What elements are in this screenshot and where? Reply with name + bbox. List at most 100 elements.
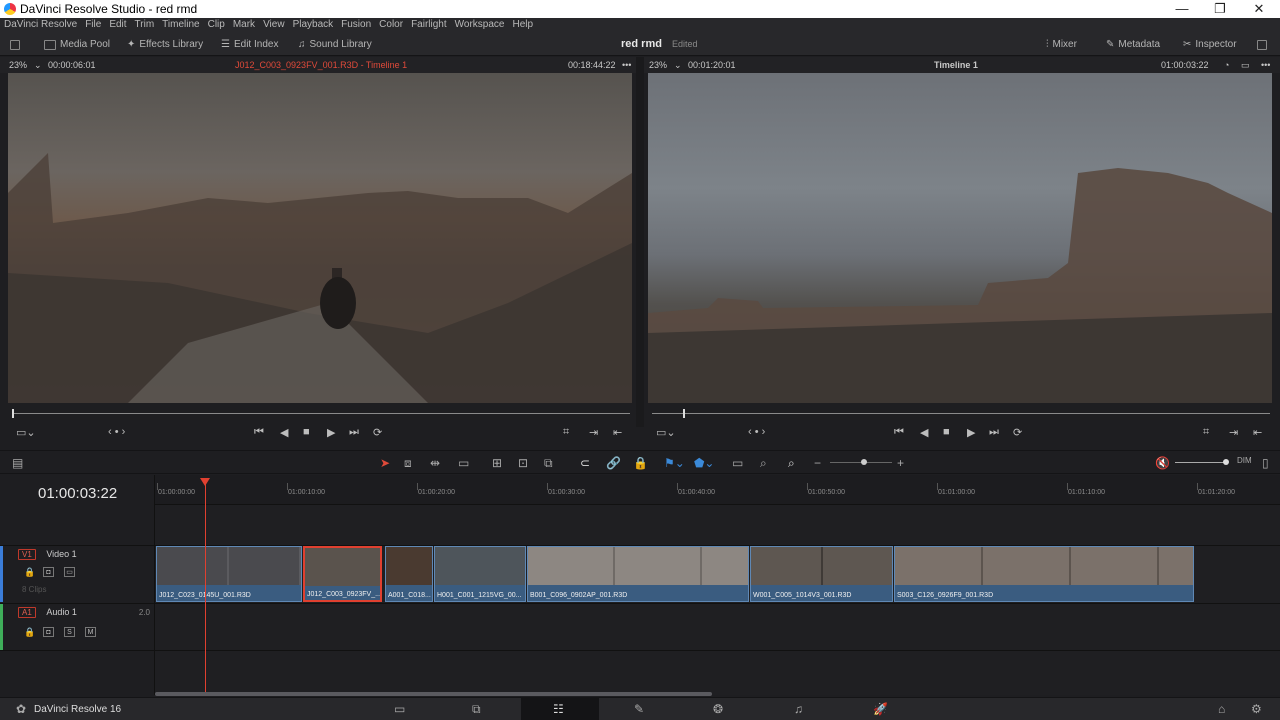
timeline-viewer-playhead[interactable] <box>683 409 685 418</box>
go-to-start-icon[interactable]: ⏮ <box>254 426 264 439</box>
mark-in-icon[interactable]: ⇥ <box>589 426 598 439</box>
source-zoom-chevron-icon[interactable]: ⌄ <box>34 60 42 71</box>
play-icon[interactable]: ▶ <box>327 426 335 439</box>
replace-clip-icon[interactable]: ⧉ <box>544 456 553 471</box>
panel-toggle-icon[interactable] <box>10 37 20 52</box>
menu-fairlight[interactable]: Fairlight <box>411 18 452 33</box>
timeline-clip[interactable]: S003_C126_0926F9_001.R3D <box>894 546 1194 602</box>
sound-library-button[interactable]: ♫ Sound Library <box>298 37 372 52</box>
color-wheel-icon[interactable]: ◔ <box>1224 60 1229 70</box>
snapping-icon[interactable]: ⊂ <box>580 456 590 470</box>
video-lock-icon[interactable]: 🔒 <box>24 567 35 578</box>
audio-track-name[interactable]: Audio 1 <box>46 607 77 617</box>
solo-button[interactable]: S <box>64 627 75 637</box>
position-lock-icon[interactable]: 🔒 <box>633 456 648 470</box>
media-page-icon[interactable]: ▭ <box>394 702 405 716</box>
mute-button[interactable]: M <box>85 627 96 637</box>
timeline-playhead[interactable] <box>205 480 206 692</box>
tl-go-to-start-icon[interactable]: ⏮ <box>894 426 904 439</box>
source-jog-icon[interactable]: ‹ • › <box>108 426 125 438</box>
selection-tool-icon[interactable]: ➤ <box>380 456 390 470</box>
stop-icon[interactable]: ■ <box>303 426 310 438</box>
timeline-jog-icon[interactable]: ‹ • › <box>748 426 765 438</box>
timeline-options-icon[interactable]: ••• <box>1261 60 1270 70</box>
viewer-mode-icon[interactable]: ▭ <box>1241 60 1250 71</box>
match-frame-icon[interactable]: ⌗ <box>563 426 569 439</box>
minimize-icon[interactable]: — <box>1172 1 1192 16</box>
volume-slider-handle[interactable] <box>1223 459 1229 465</box>
video-track-header[interactable]: V1 Video 1 <box>18 549 77 560</box>
viewer-layout-icon[interactable]: ▭⌄ <box>16 426 36 439</box>
auto-track-icon[interactable]: ◘ <box>43 567 54 577</box>
custom-zoom-icon[interactable]: ⌕ <box>788 456 795 471</box>
source-playhead[interactable] <box>12 409 14 418</box>
timeline-clip-selected[interactable]: J012_C003_0923FV_... <box>303 546 382 602</box>
source-clip-name[interactable]: J012_C003_0923FV_001.R3D - Timeline 1 <box>235 60 407 70</box>
mute-icon[interactable]: 🔇 <box>1155 456 1170 470</box>
play-reverse-icon[interactable]: ◀ <box>280 426 288 439</box>
insert-clip-icon[interactable]: ⊞ <box>492 456 502 470</box>
menu-playback[interactable]: Playback <box>293 18 339 33</box>
marker-icon[interactable]: ⬟⌄ <box>694 456 714 470</box>
detail-zoom-icon[interactable]: ⌕ <box>760 456 767 471</box>
viewer-layout-icon-right[interactable]: ▭⌄ <box>656 426 676 439</box>
source-scrubber[interactable] <box>12 407 630 419</box>
meter-icon[interactable]: ▯ <box>1262 456 1269 470</box>
audio-auto-track-icon[interactable]: ◘ <box>43 627 54 637</box>
maximize-icon[interactable]: ❐ <box>1210 1 1230 17</box>
zoom-out-icon[interactable]: − <box>814 456 821 470</box>
mixer-button[interactable]: ⫶ Mixer <box>1046 37 1077 52</box>
settings-gear-icon[interactable]: ⚙ <box>1251 702 1262 716</box>
trim-tool-icon[interactable]: ⧈ <box>404 456 412 471</box>
timeline-horizontal-scrollbar[interactable] <box>155 692 712 696</box>
menu-view[interactable]: View <box>263 18 290 33</box>
timeline-zoom[interactable]: 23% <box>649 60 667 70</box>
tl-stop-icon[interactable]: ■ <box>943 426 950 438</box>
dynamic-trim-icon[interactable]: ⇹ <box>430 456 440 470</box>
timeline-clip[interactable]: W001_C005_1014V3_001.R3D <box>750 546 893 602</box>
timeline-name[interactable]: Timeline 1 <box>934 60 978 70</box>
timeline-view-options-icon[interactable]: ▤ <box>12 456 23 470</box>
timeline-clip[interactable]: A001_C018... <box>385 546 433 602</box>
menu-file[interactable]: File <box>85 18 106 33</box>
playhead-handle[interactable] <box>200 478 210 486</box>
audio-lock-icon[interactable]: 🔒 <box>24 627 35 638</box>
zoom-slider-handle[interactable] <box>861 459 867 465</box>
menu-edit[interactable]: Edit <box>109 18 131 33</box>
menu-mark[interactable]: Mark <box>233 18 260 33</box>
panel-toggle-right-icon[interactable] <box>1257 37 1267 52</box>
timeline-zoom-chevron-icon[interactable]: ⌄ <box>674 60 682 71</box>
tl-play-reverse-icon[interactable]: ◀ <box>920 426 928 439</box>
fairlight-page-icon[interactable]: ♫ <box>794 702 803 716</box>
menu-help[interactable]: Help <box>512 18 538 33</box>
source-options-icon[interactable]: ••• <box>622 60 631 70</box>
zoom-in-icon[interactable]: + <box>897 456 904 470</box>
video-track-name[interactable]: Video 1 <box>46 549 76 559</box>
timeline-timecode[interactable]: 01:00:03:22 <box>38 485 117 502</box>
tl-play-icon[interactable]: ▶ <box>967 426 975 439</box>
home-icon[interactable]: ⌂ <box>1218 702 1225 716</box>
timeline-clip[interactable]: H001_C001_1215VG_00... <box>434 546 526 602</box>
timeline-clip[interactable]: B001_C096_0902AP_001.R3D <box>527 546 749 602</box>
inspector-button[interactable]: ✂ Inspector <box>1183 37 1237 52</box>
track-enable-icon[interactable]: ▭ <box>64 567 75 577</box>
a1-badge[interactable]: A1 <box>18 607 36 618</box>
timeline-clip[interactable]: J012_C023_0145U_001.R3D <box>156 546 302 602</box>
menu-fusion[interactable]: Fusion <box>341 18 376 33</box>
edit-page-icon[interactable]: ☷ <box>553 702 564 716</box>
deliver-page-icon[interactable]: 🚀 <box>873 702 888 716</box>
mark-out-icon[interactable]: ⇤ <box>613 426 622 439</box>
tl-mark-in-icon[interactable]: ⇥ <box>1229 426 1238 439</box>
media-pool-button[interactable]: Media Pool <box>44 37 110 52</box>
volume-slider[interactable] <box>1175 462 1227 463</box>
effects-library-button[interactable]: ✦ Effects Library <box>127 37 203 52</box>
loop-icon[interactable]: ⟳ <box>373 426 382 439</box>
close-icon[interactable]: ✕ <box>1249 1 1269 17</box>
edit-index-button[interactable]: ☰ Edit Index <box>221 37 278 52</box>
source-zoom[interactable]: 23% <box>9 60 27 70</box>
overwrite-clip-icon[interactable]: ⊡ <box>518 456 528 470</box>
flag-icon[interactable]: ⚑⌄ <box>664 456 685 470</box>
audio-track-header[interactable]: A1 Audio 1 2.0 <box>18 607 152 618</box>
linked-selection-icon[interactable]: 🔗 <box>606 456 621 470</box>
menu-trim[interactable]: Trim <box>135 18 160 33</box>
